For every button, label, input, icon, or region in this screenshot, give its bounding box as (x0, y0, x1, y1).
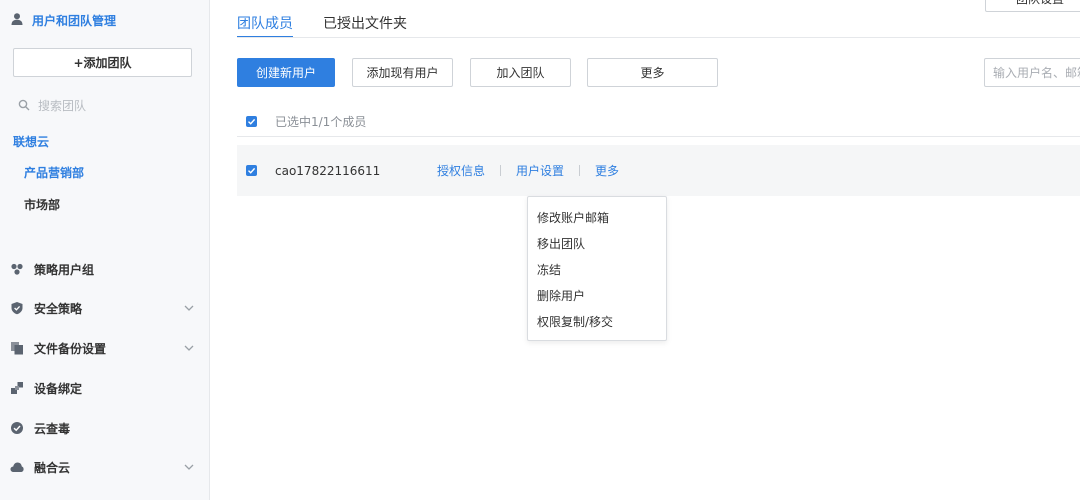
nav-item-device-binding[interactable]: 设备绑定 (10, 377, 195, 399)
app-window: 用户和团队管理 +添加团队 搜索团队 联想云 产品营销部 市场部 策略用户组 安… (0, 0, 1080, 500)
nav-item-hybrid-cloud[interactable]: 融合云 (10, 456, 195, 478)
team-item-product-marketing[interactable]: 产品营销部 (24, 164, 84, 181)
action-divider (500, 165, 502, 176)
team-root[interactable]: 联想云 (13, 133, 49, 150)
member-checkbox[interactable] (246, 165, 257, 176)
user-icon (10, 11, 24, 30)
team-search[interactable]: 搜索团队 (18, 96, 86, 115)
sidebar-header: 用户和团队管理 (10, 11, 116, 30)
more-dropdown-menu: 修改账户邮箱 移出团队 冻结 删除用户 权限复制/移交 (527, 196, 667, 341)
action-divider (579, 165, 581, 176)
user-search-input[interactable] (984, 58, 1080, 87)
user-settings-link[interactable]: 用户设置 (516, 162, 564, 179)
more-button[interactable]: 更多 (587, 58, 718, 87)
nav-label: 策略用户组 (34, 262, 95, 277)
tab-bar: 团队成员 已授出文件夹 (237, 0, 407, 38)
nav-item-file-backup[interactable]: 文件备份设置 (10, 337, 195, 359)
nav-item-security-policy[interactable]: 安全策略 (10, 297, 195, 319)
sidebar-title: 用户和团队管理 (32, 14, 117, 28)
selection-count: 已选中1/1个成员 (275, 115, 367, 129)
menu-item-freeze[interactable]: 冻结 (528, 256, 666, 282)
member-more-link[interactable]: 更多 (595, 162, 619, 179)
create-user-button[interactable]: 创建新用户 (237, 58, 335, 87)
team-search-placeholder: 搜索团队 (38, 99, 87, 113)
authorization-info-link[interactable]: 授权信息 (437, 162, 485, 179)
member-name: cao17822116611 (275, 163, 381, 178)
nav-label: 融合云 (34, 460, 71, 475)
menu-item-remove-from-team[interactable]: 移出团队 (528, 230, 666, 256)
tab-granted-folders[interactable]: 已授出文件夹 (323, 0, 407, 38)
chevron-down-icon[interactable] (183, 342, 195, 354)
selection-row: 已选中1/1个成员 (237, 107, 1080, 137)
cloud-icon (10, 460, 24, 474)
device-link-icon (10, 381, 24, 395)
chevron-down-icon[interactable] (183, 302, 195, 314)
nav-label: 云查毒 (34, 421, 71, 436)
select-all-checkbox[interactable] (246, 116, 257, 127)
shield-icon (10, 301, 24, 315)
table-row: cao17822116611 授权信息 用户设置 更多 (237, 145, 1080, 196)
nav-item-cloud-scan[interactable]: 云查毒 (10, 417, 195, 439)
nav-item-policy-user-group[interactable]: 策略用户组 (10, 258, 195, 280)
search-icon (18, 96, 30, 115)
tab-divider (237, 37, 1080, 38)
tab-team-members[interactable]: 团队成员 (237, 0, 293, 38)
copy-icon (10, 341, 24, 355)
team-settings-button[interactable]: 团队设置 (985, 0, 1080, 12)
menu-item-delete-user[interactable]: 删除用户 (528, 282, 666, 308)
add-team-button[interactable]: +添加团队 (13, 48, 192, 77)
chevron-down-icon[interactable] (183, 461, 195, 473)
add-existing-user-button[interactable]: 添加现有用户 (352, 58, 453, 87)
user-group-icon (10, 262, 24, 276)
virus-scan-icon (10, 421, 24, 435)
team-item-marketing[interactable]: 市场部 (24, 196, 60, 213)
nav-label: 安全策略 (34, 301, 83, 316)
join-team-button[interactable]: 加入团队 (470, 58, 571, 87)
sidebar: 用户和团队管理 +添加团队 搜索团队 联想云 产品营销部 市场部 策略用户组 安… (0, 0, 210, 500)
menu-item-change-email[interactable]: 修改账户邮箱 (528, 204, 666, 230)
nav-label: 设备绑定 (34, 381, 83, 396)
menu-item-permission-transfer[interactable]: 权限复制/移交 (528, 308, 666, 334)
nav-label: 文件备份设置 (34, 341, 107, 356)
